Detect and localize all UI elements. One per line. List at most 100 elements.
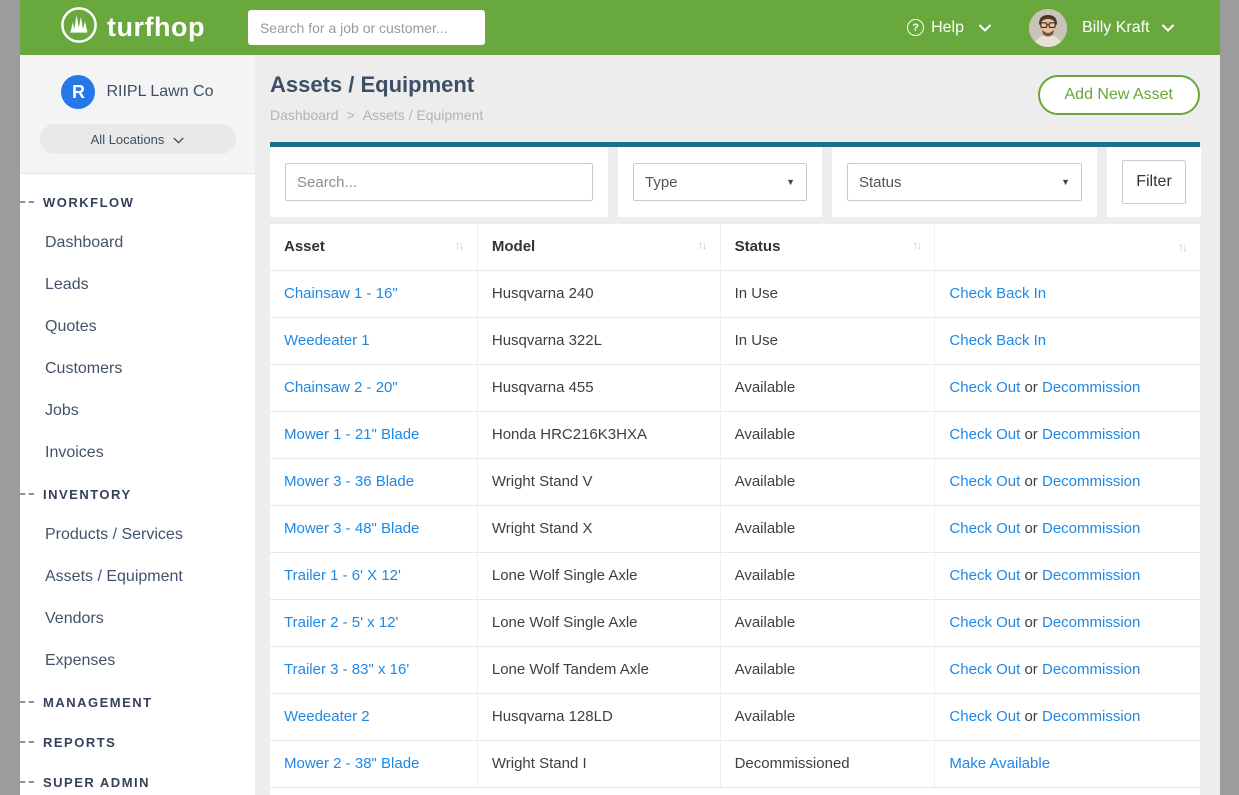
model-cell: Husqvarna 322L bbox=[477, 317, 720, 364]
sort-icon[interactable]: ↑↓ bbox=[1178, 240, 1186, 254]
user-menu[interactable]: Billy Kraft bbox=[1082, 19, 1174, 37]
breadcrumb-current: Assets / Equipment bbox=[363, 107, 484, 123]
action-link-decommission[interactable]: Decommission bbox=[1042, 661, 1140, 678]
actions-cell: Check Out or Decommission bbox=[935, 552, 1200, 599]
actions-cell: Check Back In bbox=[935, 270, 1200, 317]
locations-label: All Locations bbox=[91, 132, 165, 147]
action-link-check-out[interactable]: Check Out bbox=[949, 520, 1020, 537]
column-header-actions[interactable]: ↑↓ bbox=[935, 224, 1200, 270]
sidebar-item-jobs[interactable]: Jobs bbox=[20, 390, 255, 432]
help-label: Help bbox=[931, 19, 964, 37]
filter-button[interactable]: Filter bbox=[1122, 160, 1186, 204]
action-joiner: or bbox=[1020, 379, 1042, 396]
actions-cell: Check Out or Decommission bbox=[935, 693, 1200, 740]
global-search-input[interactable] bbox=[248, 10, 485, 45]
asset-link[interactable]: Chainsaw 1 - 16" bbox=[284, 285, 398, 302]
sidebar-item-customers[interactable]: Customers bbox=[20, 348, 255, 390]
status-select[interactable]: Status ▼ bbox=[847, 163, 1082, 201]
table-row: Mower 2 - 38" BladeWright Stand IDecommi… bbox=[270, 740, 1200, 787]
action-link-check-out[interactable]: Check Out bbox=[949, 567, 1020, 584]
sidebar-item-products-services[interactable]: Products / Services bbox=[20, 514, 255, 556]
action-link-decommission[interactable]: Decommission bbox=[1042, 379, 1140, 396]
table-row: Chainsaw 1 - 16" Husqvarna 240In Use Check… bbox=[270, 270, 1200, 317]
action-link-check-out[interactable]: Check Out bbox=[949, 379, 1020, 396]
actions-cell: Check Out or Decommission bbox=[935, 646, 1200, 693]
action-link-decommission[interactable]: Decommission bbox=[1042, 614, 1140, 631]
action-joiner: or bbox=[1020, 473, 1042, 490]
sidebar-item-quotes[interactable]: Quotes bbox=[20, 306, 255, 348]
asset-link[interactable]: Mower 1 - 21" Blade bbox=[284, 426, 419, 443]
add-new-asset-button[interactable]: Add New Asset bbox=[1038, 75, 1201, 115]
sidebar-item-vendors[interactable]: Vendors bbox=[20, 598, 255, 640]
sidebar-item-expenses[interactable]: Expenses bbox=[20, 640, 255, 682]
action-link-check-out[interactable]: Check Out bbox=[949, 426, 1020, 443]
company-box: R RIIPL Lawn Co All Locations bbox=[20, 55, 255, 174]
chevron-down-icon bbox=[173, 132, 184, 147]
sidebar-item-invoices[interactable]: Invoices bbox=[20, 432, 255, 474]
type-select[interactable]: Type ▼ bbox=[633, 163, 807, 201]
assets-table-body: Chainsaw 1 - 16"Husqvarna 240In UseCheck… bbox=[270, 270, 1200, 787]
action-link-decommission[interactable]: Decommission bbox=[1042, 473, 1140, 490]
asset-link[interactable]: Mower 3 - 36 Blade bbox=[284, 473, 414, 490]
top-bar: turfhop ? Help bbox=[20, 0, 1220, 55]
action-link-check-out[interactable]: Check Out bbox=[949, 473, 1020, 490]
table-row: Weedeater 2Husqvarna 128LDAvailableCheck… bbox=[270, 693, 1200, 740]
asset-link[interactable]: Mower 2 - 38" Blade bbox=[284, 755, 419, 772]
brand-logo[interactable]: turfhop bbox=[60, 6, 205, 49]
action-link-check-out[interactable]: Check Out bbox=[949, 614, 1020, 631]
chevron-down-icon bbox=[979, 19, 991, 37]
asset-link[interactable]: Trailer 1 - 6' X 12' bbox=[284, 567, 401, 584]
sort-icon[interactable]: ↑↓ bbox=[698, 238, 706, 252]
table-search-input[interactable] bbox=[285, 163, 593, 201]
action-link-check-back-in[interactable]: Check Back In bbox=[949, 332, 1046, 349]
asset-link[interactable]: Mower 3 - 48" Blade bbox=[284, 520, 419, 537]
status-select-value: Status bbox=[859, 174, 902, 191]
model-cell: Husqvarna 240 bbox=[477, 270, 720, 317]
sidebar-item-leads[interactable]: Leads bbox=[20, 264, 255, 306]
action-link-check-out[interactable]: Check Out bbox=[949, 661, 1020, 678]
sort-icon[interactable]: ↑↓ bbox=[912, 238, 920, 252]
table-row: Trailer 3 - 83" x 16' Lone Wolf Tandem Ax… bbox=[270, 646, 1200, 693]
status-cell: In Use bbox=[720, 270, 935, 317]
dashes-icon bbox=[20, 493, 34, 495]
asset-link[interactable]: Trailer 3 - 83" x 16' bbox=[284, 661, 409, 678]
main-content: Assets / Equipment Dashboard>Assets / Eq… bbox=[255, 55, 1220, 795]
locations-dropdown[interactable]: All Locations bbox=[40, 124, 236, 154]
column-header-model[interactable]: Model↑↓ bbox=[477, 224, 720, 270]
action-joiner: or bbox=[1020, 661, 1042, 678]
sort-icon[interactable]: ↑↓ bbox=[455, 238, 463, 252]
column-header-status[interactable]: Status↑↓ bbox=[720, 224, 935, 270]
action-link-decommission[interactable]: Decommission bbox=[1042, 567, 1140, 584]
action-link-decommission[interactable]: Decommission bbox=[1042, 426, 1140, 443]
model-cell: Lone Wolf Tandem Axle bbox=[477, 646, 720, 693]
asset-link[interactable]: Weedeater 1 bbox=[284, 332, 370, 349]
actions-cell: Check Out or Decommission bbox=[935, 364, 1200, 411]
action-link-check-back-in[interactable]: Check Back In bbox=[949, 285, 1046, 302]
breadcrumb: Dashboard>Assets / Equipment bbox=[270, 107, 483, 123]
asset-link[interactable]: Chainsaw 2 - 20" bbox=[284, 379, 398, 396]
breadcrumb-dashboard[interactable]: Dashboard bbox=[270, 107, 339, 123]
sidebar-item-dashboard[interactable]: Dashboard bbox=[20, 222, 255, 264]
action-link-decommission[interactable]: Decommission bbox=[1042, 708, 1140, 725]
sidebar-item-assets-equipment[interactable]: Assets / Equipment bbox=[20, 556, 255, 598]
filter-bar: Type ▼ Status ▼ Filter bbox=[270, 142, 1200, 217]
column-header-asset[interactable]: Asset↑↓ bbox=[270, 224, 477, 270]
actions-cell: Check Out or Decommission bbox=[935, 411, 1200, 458]
status-cell: In Use bbox=[720, 317, 935, 364]
chevron-down-icon bbox=[1162, 19, 1174, 37]
actions-cell: Make Available bbox=[935, 740, 1200, 787]
dashes-icon bbox=[20, 701, 34, 703]
user-name: Billy Kraft bbox=[1082, 19, 1150, 36]
action-link-decommission[interactable]: Decommission bbox=[1042, 520, 1140, 537]
action-link-check-out[interactable]: Check Out bbox=[949, 708, 1020, 725]
action-link-make-available[interactable]: Make Available bbox=[949, 755, 1050, 772]
help-menu[interactable]: ? Help bbox=[907, 19, 991, 37]
company-badge: R bbox=[61, 75, 95, 109]
user-avatar[interactable] bbox=[1029, 9, 1067, 47]
model-cell: Wright Stand X bbox=[477, 505, 720, 552]
asset-link[interactable]: Trailer 2 - 5' x 12' bbox=[284, 614, 398, 631]
table-row: Chainsaw 2 - 20"Husqvarna 455AvailableCh… bbox=[270, 364, 1200, 411]
table-row: Mower 3 - 48" BladeWright Stand XAvailab… bbox=[270, 505, 1200, 552]
sidebar-section-management: MANAGEMENT bbox=[20, 682, 255, 722]
asset-link[interactable]: Weedeater 2 bbox=[284, 708, 370, 725]
